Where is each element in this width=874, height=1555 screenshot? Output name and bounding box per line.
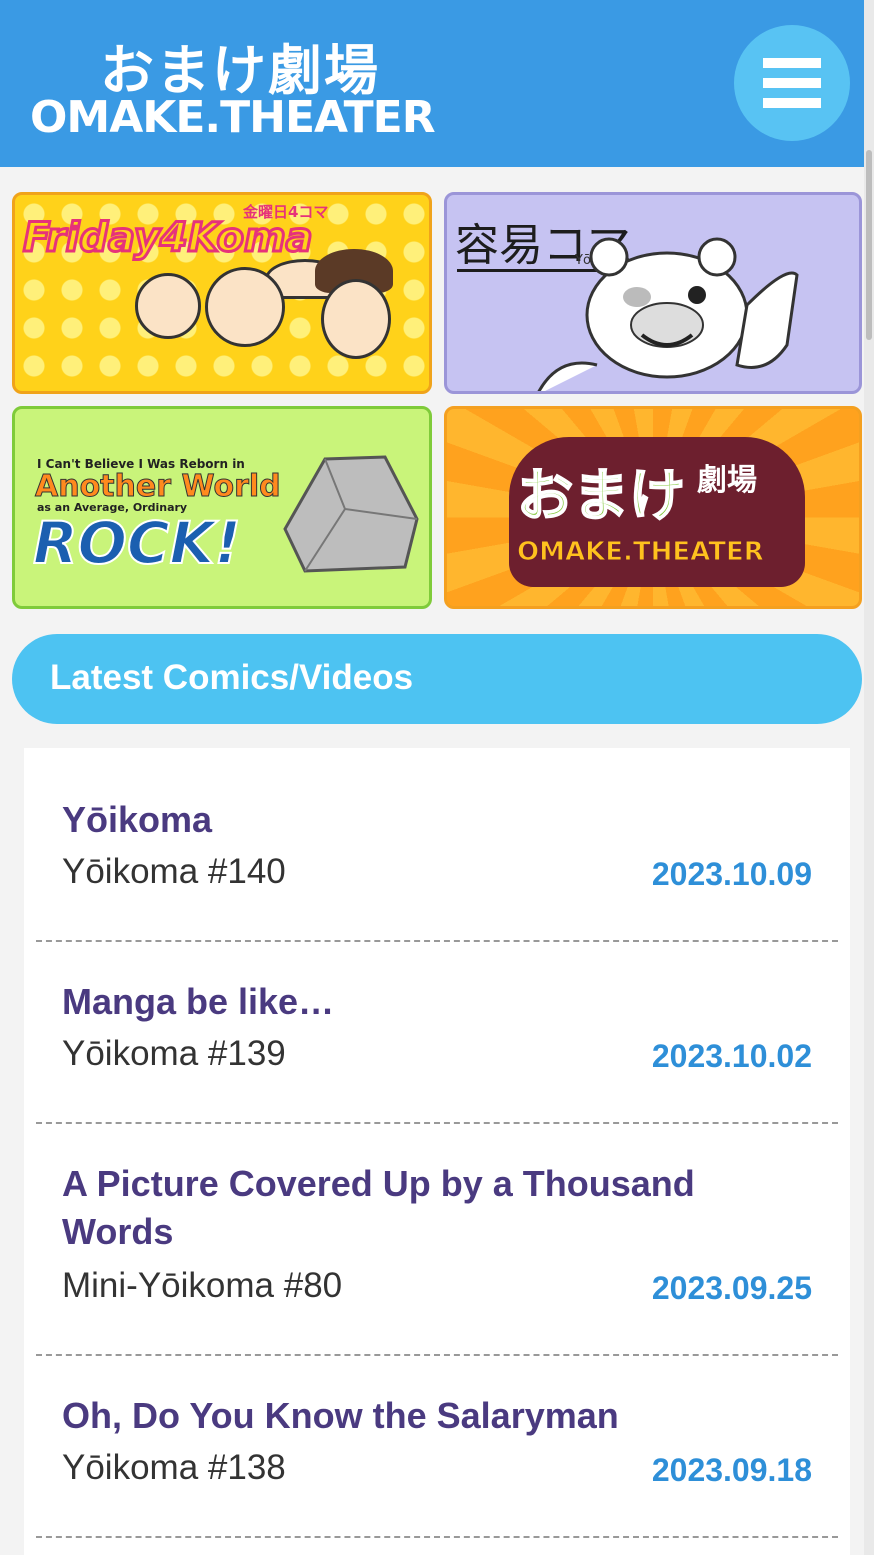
item-date: 2023.09.25 <box>651 1270 812 1306</box>
item-series: Yōikoma #140 <box>62 852 286 891</box>
rock-line2: Another World <box>35 469 282 505</box>
site-header: おまけ劇場 OMAKE.THEATER <box>0 0 874 167</box>
friday-title: Friday4Koma <box>22 214 315 263</box>
item-series: Yōikoma #139 <box>62 1034 286 1073</box>
list-item[interactable]: A Picture Covered Up by a Thousand Words… <box>24 1124 850 1356</box>
character-face <box>205 267 285 347</box>
banner-yoikoma[interactable]: 容易コマ Yōikoma <box>444 192 862 394</box>
page-scrollbar[interactable] <box>864 0 874 1555</box>
list-item[interactable]: Yōikoma Yōikoma #140 2023.10.09 <box>24 748 850 942</box>
site-logo[interactable]: おまけ劇場 OMAKE.THEATER <box>30 26 470 146</box>
omake-logo-jp: おまけ <box>516 463 686 530</box>
hamburger-menu-icon-bar <box>763 98 821 108</box>
hamburger-menu-icon-bar <box>763 78 821 88</box>
list-item[interactable]: Manga be like… Yōikoma #139 2023.10.02 <box>24 942 850 1124</box>
divider <box>36 1536 838 1538</box>
latest-comics-list: Yōikoma Yōikoma #140 2023.10.09 Manga be… <box>24 748 850 1555</box>
menu-button[interactable] <box>734 25 850 141</box>
omake-logo-en: OMAKE.THEATER <box>517 537 765 568</box>
character-face <box>135 273 201 339</box>
item-title[interactable]: Yōikoma <box>62 796 802 844</box>
section-title: Latest Comics/Videos <box>50 658 414 697</box>
item-title[interactable]: Manga be like… <box>62 978 802 1026</box>
item-series: Mini-Yōikoma #80 <box>62 1266 343 1305</box>
item-title[interactable]: Oh, Do You Know the Salaryman <box>62 1392 802 1440</box>
banner-reborn-as-rock[interactable]: I Can't Believe I Was Reborn in Another … <box>12 406 432 609</box>
hamburger-menu-icon <box>763 58 821 68</box>
scrollbar-thumb[interactable] <box>866 150 872 340</box>
item-date: 2023.09.18 <box>651 1452 812 1488</box>
item-series: Yōikoma #138 <box>62 1448 286 1487</box>
item-date: 2023.10.02 <box>651 1038 812 1074</box>
latest-section-header: Latest Comics/Videos <box>12 634 862 724</box>
item-title[interactable]: A Picture Covered Up by a Thousand Words <box>62 1160 802 1256</box>
rock-illustration <box>283 455 419 573</box>
item-date: 2023.10.09 <box>651 856 812 892</box>
banner-friday4koma[interactable]: 金曜日4コマ Friday4Koma <box>12 192 432 394</box>
rock-line4: ROCK! <box>32 508 242 578</box>
omake-logo-jp2: 劇場 <box>697 463 757 498</box>
banner-omake-theater[interactable]: おまけ 劇場 OMAKE.THEATER <box>444 406 862 609</box>
character-face <box>321 279 391 359</box>
logo-english: OMAKE.THEATER <box>30 92 436 143</box>
bear-mascot-illustration <box>537 237 799 391</box>
list-item[interactable]: Oh, Do You Know the Salaryman Yōikoma #1… <box>24 1356 850 1538</box>
